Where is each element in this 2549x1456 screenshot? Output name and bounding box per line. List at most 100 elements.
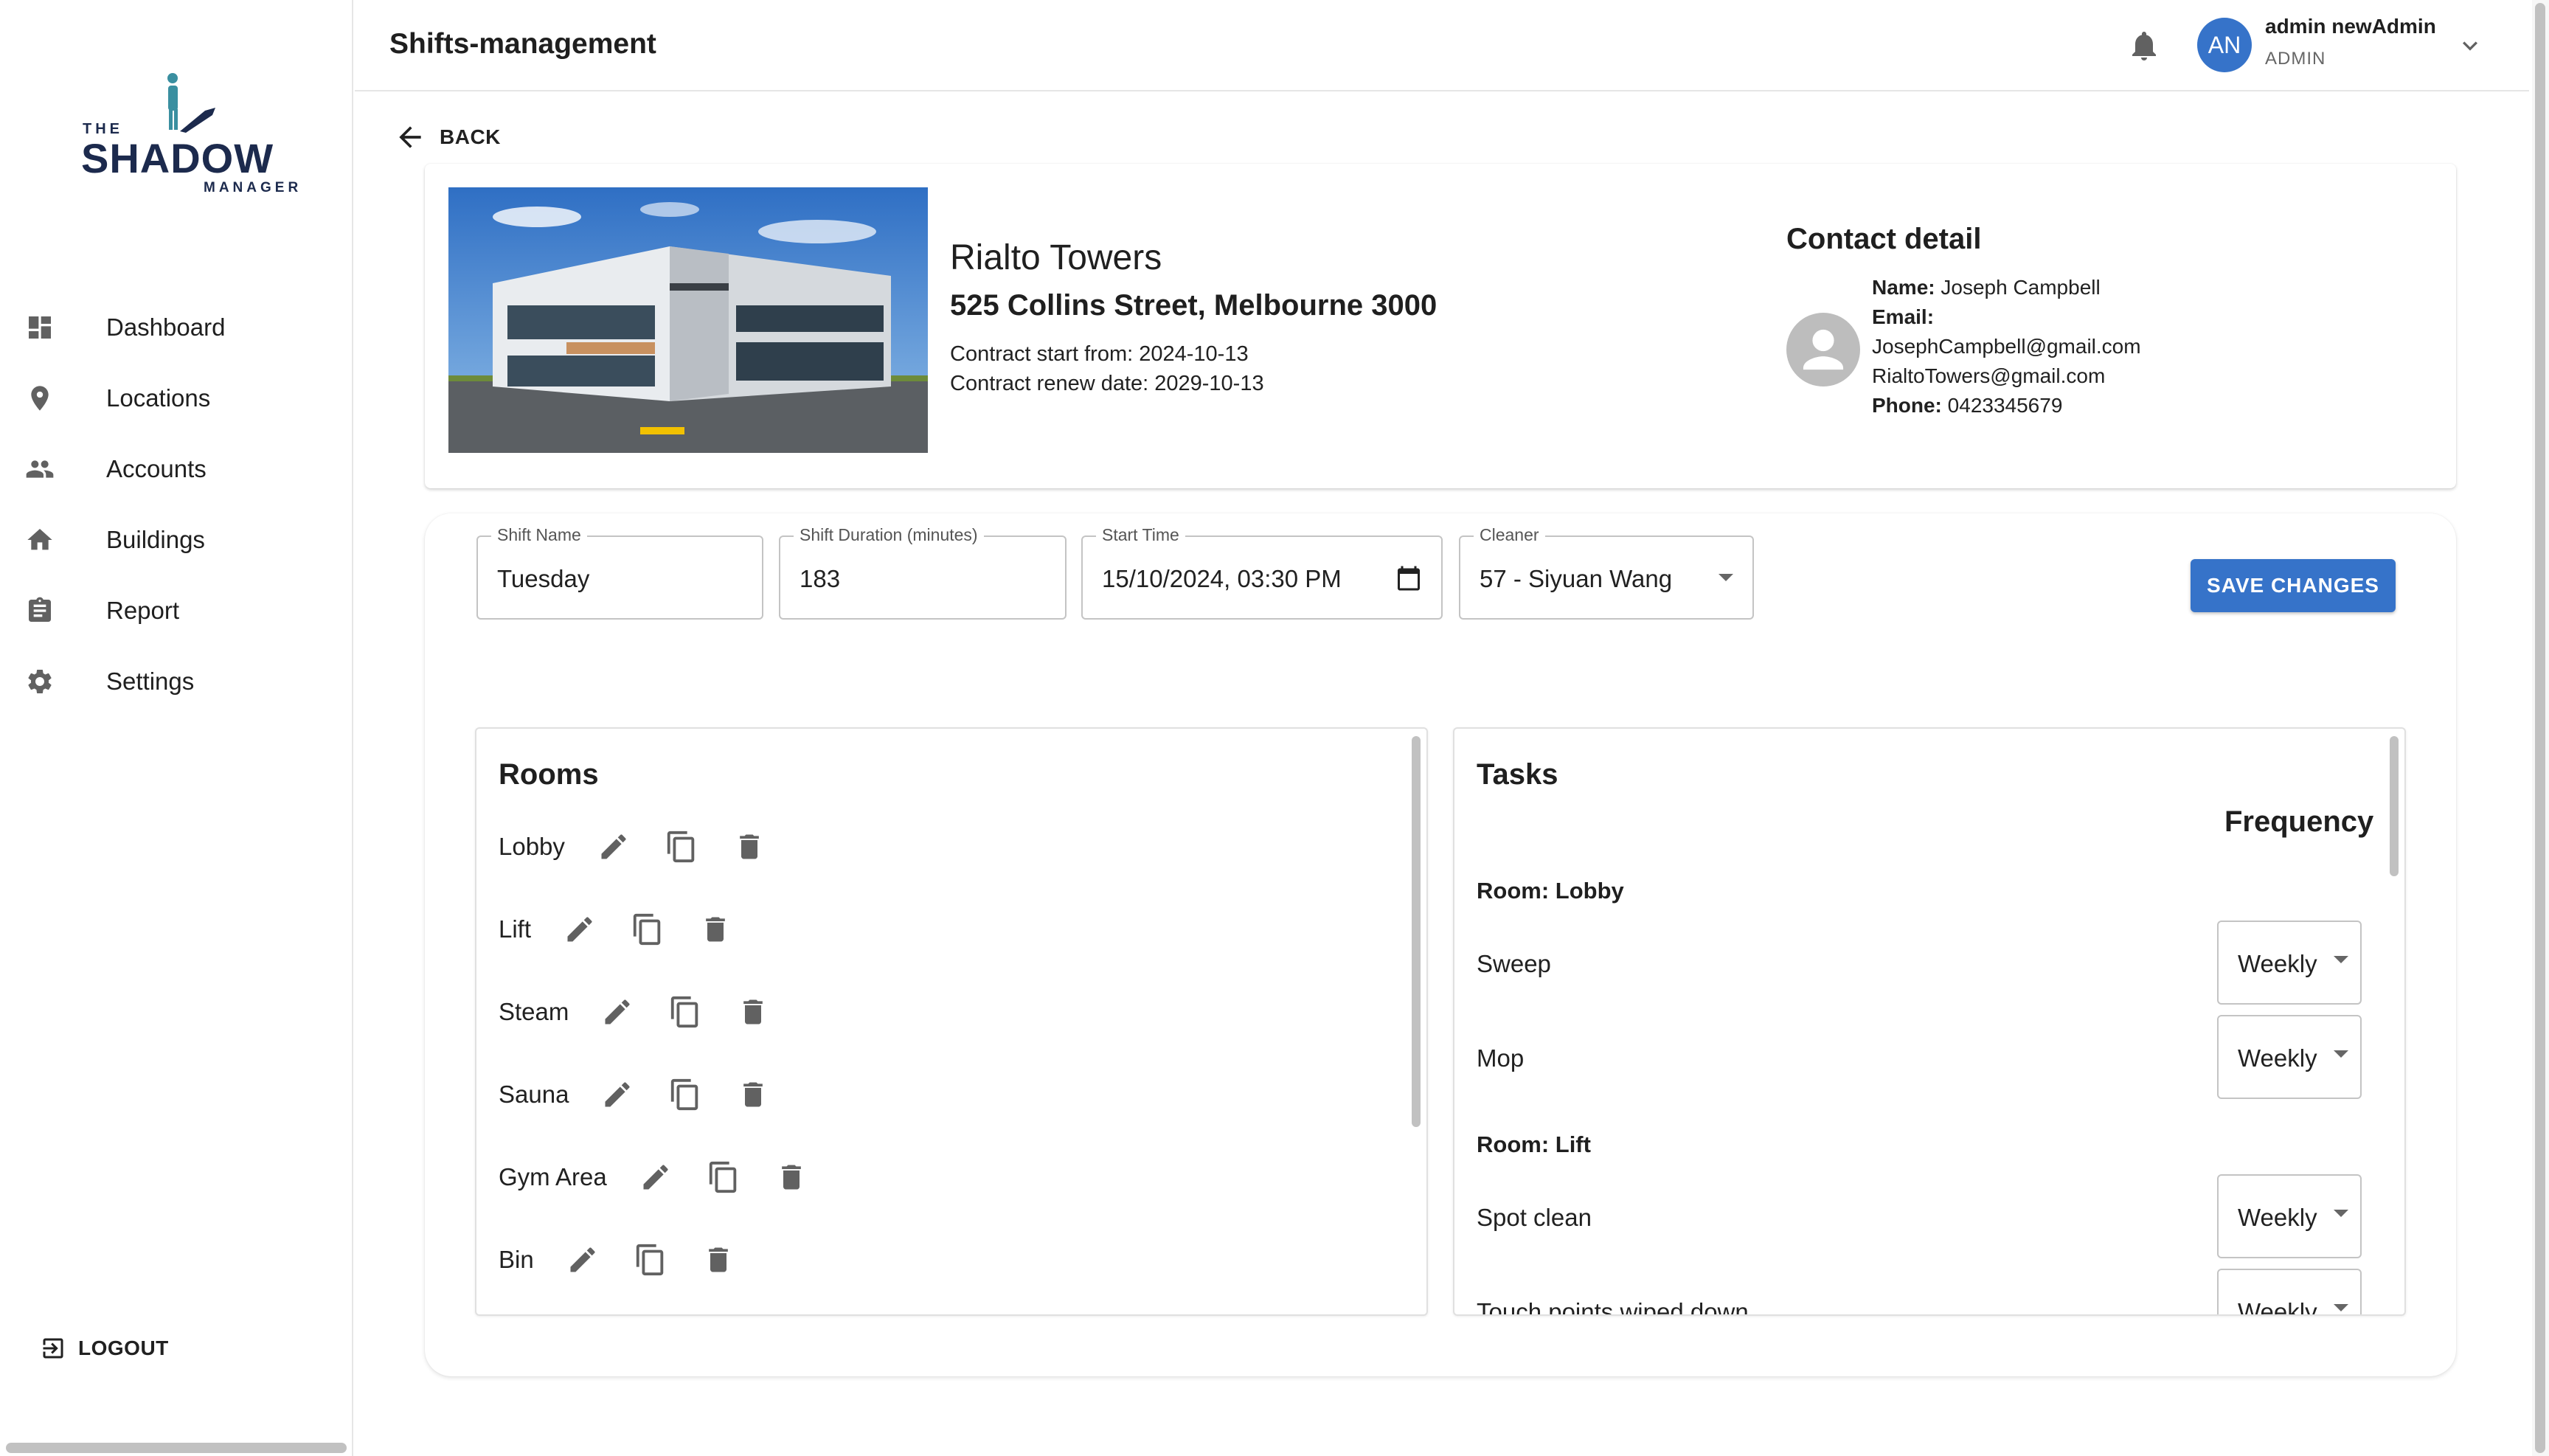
start-time-input[interactable]: 15/10/2024, 03:30 PM [1102, 565, 1342, 593]
contract-start: Contract start from: 2024-10-13 [950, 342, 1249, 366]
save-changes-button[interactable]: SAVE CHANGES [2191, 559, 2396, 612]
contact-name-value: Joseph Campbell [1941, 276, 2101, 299]
rooms-title: Rooms [499, 758, 599, 791]
cleaner-select[interactable]: Cleaner 57 - Siyuan Wang [1459, 525, 1754, 620]
delete-icon[interactable] [699, 1241, 738, 1279]
sidebar-item-report[interactable]: Report [0, 581, 352, 640]
logout-button[interactable]: LOGOUT [40, 1334, 169, 1363]
contact-email-label: Email: [1872, 305, 1934, 329]
shift-name-field[interactable]: Shift Name Tuesday [476, 525, 763, 620]
edit-icon[interactable] [598, 1075, 637, 1114]
frequency-value: Weekly [2238, 1044, 2317, 1072]
cleaner-value: 57 - Siyuan Wang [1480, 565, 1673, 592]
delete-icon[interactable] [772, 1158, 811, 1196]
shift-name-input[interactable]: Tuesday [497, 565, 589, 593]
frequency-header: Frequency [2224, 805, 2374, 838]
room-row: Steam [499, 990, 772, 1034]
back-button[interactable]: BACK [394, 121, 501, 153]
edit-icon[interactable] [598, 993, 637, 1031]
edit-icon[interactable] [563, 1241, 602, 1279]
dropdown-arrow-icon [2334, 1304, 2348, 1311]
person-icon [1803, 329, 1844, 370]
page-title: Shifts-management [389, 28, 656, 60]
room-name: Sauna [499, 1081, 569, 1108]
contact-title: Contact detail [1786, 223, 1982, 255]
shift-duration-label: Shift Duration (minutes) [794, 525, 984, 545]
edit-icon[interactable] [594, 828, 633, 866]
delete-icon[interactable] [696, 910, 735, 949]
user-name: admin newAdmin [2265, 15, 2436, 38]
calendar-icon[interactable] [1395, 565, 1422, 592]
sidebar-item-settings[interactable]: Settings [0, 652, 352, 711]
edit-icon[interactable] [637, 1158, 675, 1196]
dropdown-arrow-icon [2334, 956, 2348, 963]
delete-icon[interactable] [734, 993, 772, 1031]
contact-avatar [1786, 313, 1860, 386]
edit-icon[interactable] [561, 910, 599, 949]
contact-phone-value: 0423345679 [1947, 394, 2063, 417]
building-address: 525 Collins Street, Melbourne 3000 [950, 289, 1438, 322]
contact-email-2: RialtoTowers@gmail.com [1872, 364, 2106, 387]
copy-icon[interactable] [628, 910, 667, 949]
shift-name-label: Shift Name [491, 525, 587, 545]
people-icon [26, 460, 54, 478]
frequency-value: Weekly [2238, 1298, 2317, 1316]
dropdown-arrow-icon [1719, 574, 1733, 581]
delete-icon[interactable] [734, 1075, 772, 1114]
shift-duration-field[interactable]: Shift Duration (minutes) 183 [779, 525, 1067, 620]
user-avatar[interactable]: AN [2197, 18, 2252, 72]
sidebar-item-label: Buildings [106, 526, 205, 553]
building-image [448, 187, 928, 453]
frequency-value: Weekly [2238, 1204, 2317, 1231]
copy-icon[interactable] [666, 993, 704, 1031]
sidebar-scrollbar[interactable] [6, 1443, 347, 1453]
shadow-manager-logo: THE SHADOW MANAGER [80, 72, 298, 198]
sidebar-item-locations[interactable]: Locations [0, 369, 352, 428]
sidebar-item-label: Report [106, 597, 180, 624]
chevron-down-icon[interactable] [2455, 31, 2485, 60]
dropdown-arrow-icon [2334, 1210, 2348, 1217]
page-scrollbar[interactable] [2532, 0, 2549, 1456]
logo-shadow: SHADOW [81, 135, 274, 181]
task-name: Mop [1477, 1044, 1525, 1072]
delete-icon[interactable] [730, 828, 769, 866]
contact-email-label-text: Email: [1872, 305, 1935, 328]
notification-bell-icon[interactable] [2126, 28, 2162, 63]
page-scrollbar-thumb[interactable] [2535, 3, 2545, 1453]
sidebar-item-accounts[interactable]: Accounts [0, 440, 352, 499]
rooms-scrollbar[interactable] [1412, 736, 1421, 1127]
shift-duration-input[interactable]: 183 [800, 565, 840, 593]
cleaner-label: Cleaner [1474, 525, 1545, 545]
contact-name-label: Name: [1872, 276, 1935, 299]
task-name: Touch points wiped down [1477, 1298, 1749, 1316]
logo-manager: MANAGER [204, 180, 302, 195]
frequency-value: Weekly [2238, 950, 2317, 977]
sidebar-item-buildings[interactable]: Buildings [0, 510, 352, 569]
logout-label: LOGOUT [78, 1337, 169, 1359]
gear-icon [28, 670, 52, 693]
tasks-panel: Tasks Frequency Room: Lobby Sweep Weekly… [1453, 727, 2406, 1316]
room-row: Lift [499, 907, 735, 951]
frequency-select[interactable]: Weekly [2217, 1174, 2362, 1258]
logo-figure-icon [167, 73, 215, 133]
start-time-label: Start Time [1096, 525, 1185, 545]
sidebar-item-label: Settings [106, 668, 195, 695]
copy-icon[interactable] [631, 1241, 670, 1279]
clipboard-icon [29, 597, 51, 622]
start-time-field[interactable]: Start Time 15/10/2024, 03:30 PM [1081, 525, 1443, 620]
sidebar-item-label: Accounts [106, 455, 207, 482]
copy-icon[interactable] [704, 1158, 743, 1196]
top-header: Shifts-management AN admin newAdmin ADMI… [355, 0, 2529, 91]
copy-icon[interactable] [666, 1075, 704, 1114]
tasks-scrollbar[interactable] [2390, 736, 2399, 876]
room-name: Lobby [499, 833, 565, 860]
frequency-select[interactable]: Weekly [2217, 1015, 2362, 1099]
contract-renew: Contract renew date: 2029-10-13 [950, 372, 1264, 395]
frequency-select[interactable]: Weekly [2217, 1269, 2362, 1316]
copy-icon[interactable] [662, 828, 701, 866]
sidebar: THE SHADOW MANAGER Dashboard Locations A… [0, 0, 353, 1456]
logout-icon [43, 1338, 63, 1359]
room-name: Gym Area [499, 1163, 607, 1190]
frequency-select[interactable]: Weekly [2217, 921, 2362, 1005]
sidebar-item-dashboard[interactable]: Dashboard [0, 298, 352, 357]
